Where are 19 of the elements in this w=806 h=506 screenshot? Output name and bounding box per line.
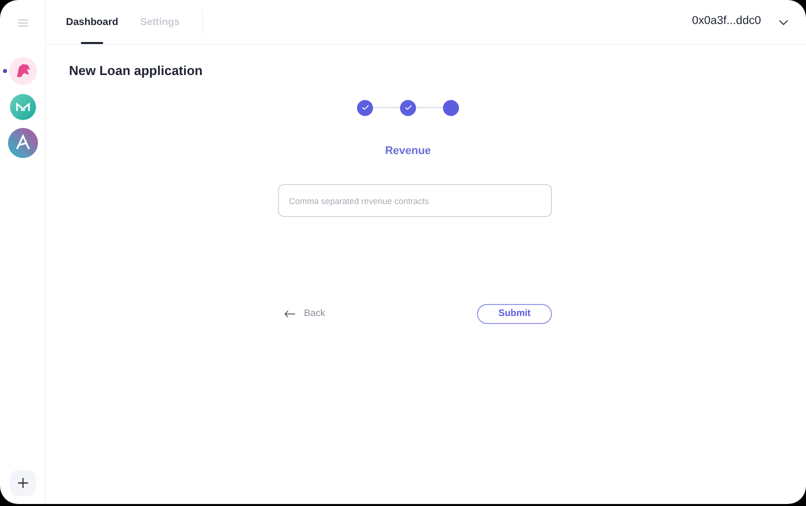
check-icon	[404, 105, 412, 110]
plus-icon	[18, 478, 28, 488]
app-button[interactable]	[8, 128, 38, 158]
app-button[interactable]	[10, 94, 36, 120]
aave-logo-icon	[8, 128, 38, 158]
chevron-down-icon	[779, 20, 788, 24]
step-title: Revenue	[385, 144, 431, 158]
page-title: New Loan application	[69, 62, 203, 80]
unicorn-logo-icon	[8, 57, 36, 85]
check-icon	[362, 105, 368, 110]
arrow-left-icon	[284, 310, 296, 318]
add-button[interactable]	[10, 470, 36, 496]
revenue-contracts-field[interactable]: Comma separated revenue contracts	[278, 184, 552, 217]
account-selector[interactable]: 0x0a3f...ddc0	[692, 13, 788, 31]
back-button[interactable]: Back	[284, 306, 326, 322]
tab[interactable]: Dashboard	[66, 0, 118, 44]
app-button[interactable]	[8, 57, 36, 85]
maker-logo-icon	[10, 94, 36, 120]
submit-button[interactable]: Submit	[477, 304, 552, 324]
